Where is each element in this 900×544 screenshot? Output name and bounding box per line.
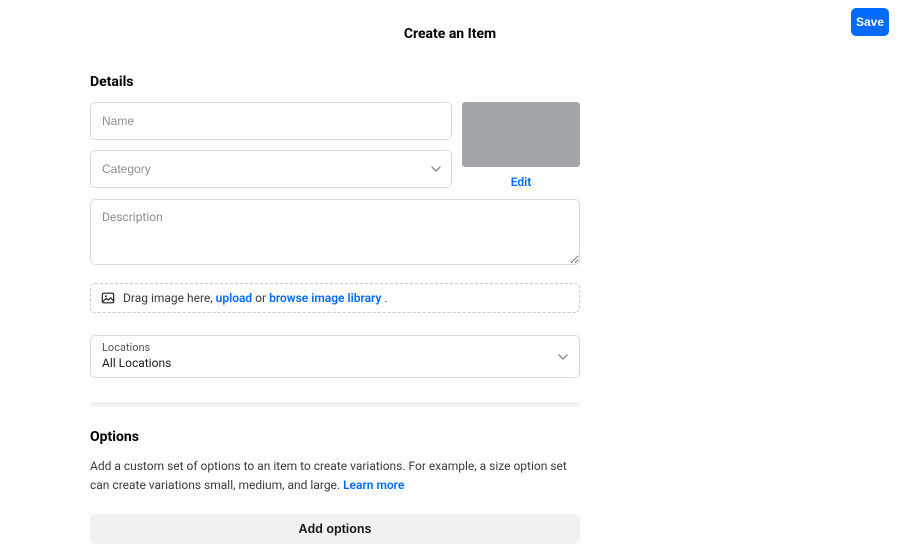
options-description: Add a custom set of options to an item t… xyxy=(90,457,580,494)
image-column: Edit xyxy=(462,102,580,189)
locations-value: All Locations xyxy=(102,356,568,370)
section-divider xyxy=(90,402,580,407)
details-section-title: Details xyxy=(90,74,580,90)
locations-select[interactable]: Locations All Locations xyxy=(90,335,580,378)
add-options-button[interactable]: Add options xyxy=(90,514,580,544)
options-description-text: Add a custom set of options to an item t… xyxy=(90,459,567,492)
details-left-column xyxy=(90,102,452,189)
content: Details Edit xyxy=(90,74,580,544)
options-section: Options Add a custom set of options to a… xyxy=(90,429,580,544)
locations-label: Locations xyxy=(102,341,568,354)
browse-library-link[interactable]: browse image library xyxy=(269,291,381,305)
name-field[interactable] xyxy=(90,102,452,140)
page-title: Create an Item xyxy=(240,26,660,42)
dropzone-suffix: . xyxy=(381,291,387,305)
options-section-title: Options xyxy=(90,429,580,445)
header: Create an Item Save xyxy=(0,0,900,60)
page: Create an Item Save Details Edit xyxy=(0,0,900,520)
edit-image-link[interactable]: Edit xyxy=(511,175,532,189)
chevron-down-icon xyxy=(557,351,569,363)
description-field[interactable] xyxy=(90,199,580,265)
dropzone-text: Drag image here, upload or browse image … xyxy=(123,291,388,305)
dropzone-mid: or xyxy=(252,291,269,305)
category-select-wrap xyxy=(90,150,452,188)
image-dropzone[interactable]: Drag image here, upload or browse image … xyxy=(90,283,580,313)
category-field[interactable] xyxy=(90,150,452,188)
image-thumbnail[interactable] xyxy=(462,102,580,167)
image-icon xyxy=(101,291,115,305)
upload-link[interactable]: upload xyxy=(216,291,253,305)
details-top-row: Edit xyxy=(90,102,580,189)
dropzone-prefix: Drag image here, xyxy=(123,291,216,305)
learn-more-link[interactable]: Learn more xyxy=(343,478,404,492)
save-button[interactable]: Save xyxy=(851,8,889,36)
